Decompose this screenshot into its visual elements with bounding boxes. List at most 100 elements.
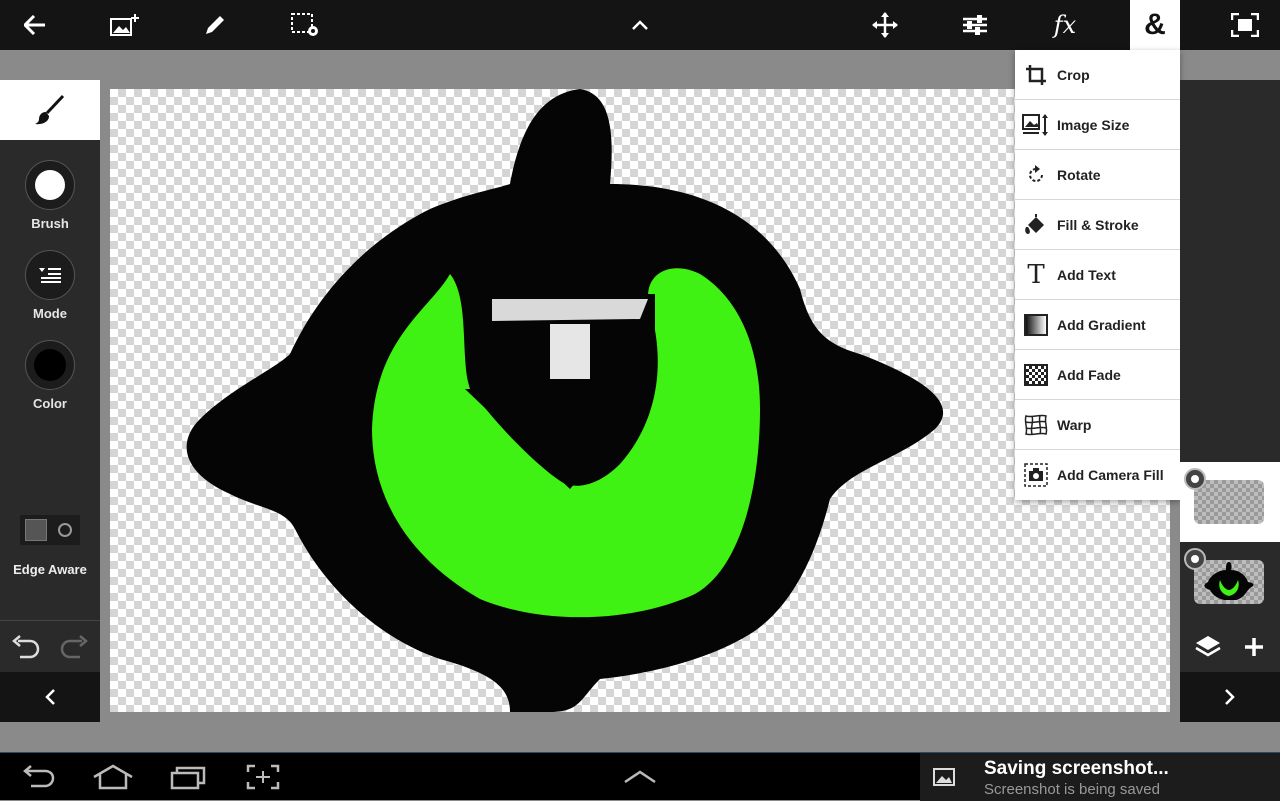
add-image-button[interactable] <box>100 0 150 50</box>
redo-button[interactable] <box>56 633 92 663</box>
layers-panel <box>1180 80 1280 722</box>
layer-thumbnail <box>1194 560 1264 604</box>
fullscreen-icon <box>1231 13 1259 37</box>
system-home-button[interactable] <box>90 753 136 801</box>
menu-item-fill-stroke[interactable]: Fill & Stroke <box>1015 200 1180 250</box>
crop-icon <box>1026 64 1046 85</box>
black-circle-icon <box>34 349 66 381</box>
back-icon <box>23 765 55 788</box>
layer-visibility-radio[interactable] <box>1184 468 1206 490</box>
layers-button[interactable] <box>1188 630 1228 664</box>
selection-settings-icon <box>291 13 318 36</box>
screenshot-notification[interactable]: Saving screenshot... Screenshot is being… <box>920 753 1280 801</box>
selection-button[interactable] <box>280 0 330 50</box>
home-icon <box>93 764 133 790</box>
menu-item-add-gradient[interactable]: Add Gradient <box>1015 300 1180 350</box>
camera-fill-icon <box>1024 463 1048 487</box>
fullscreen-button[interactable] <box>1220 0 1270 50</box>
ampersand-icon: & <box>1144 8 1166 41</box>
brush-tab[interactable] <box>0 80 100 140</box>
text-icon: T <box>1027 259 1045 290</box>
adjustments-icon <box>963 15 987 35</box>
color-label: Color <box>33 396 67 411</box>
menu-item-label: Add Camera Fill <box>1057 467 1164 483</box>
drawing-canvas[interactable] <box>110 89 1170 712</box>
mode-swatch[interactable] <box>25 250 75 300</box>
menu-item-label: Crop <box>1057 66 1090 83</box>
edge-aware-toggle[interactable] <box>20 515 80 545</box>
menu-item-label: Rotate <box>1057 166 1101 183</box>
menu-item-crop[interactable]: Crop <box>1015 50 1180 100</box>
image-icon <box>932 765 956 789</box>
left-tool-panel: Brush Mode Color Edge Aware <box>0 80 100 722</box>
menu-item-add-camera-fill[interactable]: Add Camera Fill <box>1015 450 1180 500</box>
adjustments-button[interactable] <box>950 0 1000 50</box>
mode-label: Mode <box>33 306 67 321</box>
system-menu-button[interactable] <box>620 753 660 801</box>
undo-button[interactable] <box>8 633 44 663</box>
menu-item-add-text[interactable]: T Add Text <box>1015 250 1180 300</box>
more-tools-menu: Crop Image Size Rotate Fill & Stroke T A… <box>1015 50 1180 500</box>
brush-label: Brush <box>31 216 69 231</box>
fx-icon: fx <box>1053 11 1077 39</box>
more-tools-button[interactable]: & <box>1130 0 1180 50</box>
notification-title: Saving screenshot... <box>984 758 1169 779</box>
layers-icon <box>1195 636 1221 657</box>
move-icon <box>872 12 898 38</box>
add-image-icon <box>110 14 139 36</box>
recent-apps-icon <box>170 766 206 790</box>
color-swatch[interactable] <box>25 340 75 390</box>
menu-item-label: Fill & Stroke <box>1057 216 1139 233</box>
menu-item-label: Add Text <box>1057 266 1116 283</box>
menu-item-rotate[interactable]: Rotate <box>1015 150 1180 200</box>
brush-tool[interactable]: Brush <box>0 160 100 231</box>
top-toolbar: fx & <box>0 0 1280 50</box>
layer-artwork-preview <box>1204 562 1254 600</box>
menu-item-add-fade[interactable]: Add Fade <box>1015 350 1180 400</box>
redo-icon <box>60 635 88 659</box>
layer-item[interactable] <box>1180 462 1280 542</box>
toggle-off-knob <box>25 519 47 541</box>
add-layer-button[interactable] <box>1234 630 1274 664</box>
pencil-icon <box>206 16 224 34</box>
collapse-toolbar-button[interactable] <box>615 0 665 50</box>
gradient-icon <box>1024 313 1048 336</box>
chevron-up-icon <box>624 770 656 784</box>
layer-item[interactable] <box>1180 542 1280 622</box>
fill-bucket-icon <box>1025 213 1044 234</box>
layer-thumbnail <box>1194 480 1264 524</box>
menu-item-image-size[interactable]: Image Size <box>1015 100 1180 150</box>
screenshot-icon <box>246 764 280 790</box>
rotate-icon <box>1029 164 1043 182</box>
plus-icon <box>1245 638 1263 656</box>
artwork <box>186 89 944 712</box>
divider <box>0 620 100 621</box>
effects-button[interactable]: fx <box>1040 0 1090 50</box>
system-back-button[interactable] <box>18 753 58 801</box>
system-screenshot-button[interactable] <box>242 753 284 801</box>
collapse-right-panel-button[interactable] <box>1180 672 1280 722</box>
move-button[interactable] <box>860 0 910 50</box>
color-tool[interactable]: Color <box>0 340 100 411</box>
system-recents-button[interactable] <box>166 753 210 801</box>
white-circle-icon <box>35 170 65 200</box>
chevron-right-icon <box>1225 689 1235 705</box>
fade-icon <box>1024 363 1048 386</box>
back-arrow-icon <box>24 15 45 35</box>
draw-button[interactable] <box>190 0 240 50</box>
menu-item-label: Add Gradient <box>1057 316 1146 333</box>
collapse-left-panel-button[interactable] <box>0 672 100 722</box>
menu-item-label: Image Size <box>1057 116 1130 133</box>
mode-list-icon <box>39 268 61 283</box>
menu-item-label: Warp <box>1057 416 1092 433</box>
brush-size-swatch[interactable] <box>25 160 75 210</box>
chevron-up-icon <box>632 20 648 30</box>
mode-tool[interactable]: Mode <box>0 250 100 321</box>
layer-visibility-radio[interactable] <box>1184 548 1206 570</box>
artwork-drawing <box>186 89 944 712</box>
warp-icon <box>1024 414 1048 435</box>
back-button[interactable] <box>10 0 60 50</box>
image-size-icon <box>1022 113 1048 136</box>
paintbrush-icon <box>35 94 65 125</box>
menu-item-warp[interactable]: Warp <box>1015 400 1180 450</box>
